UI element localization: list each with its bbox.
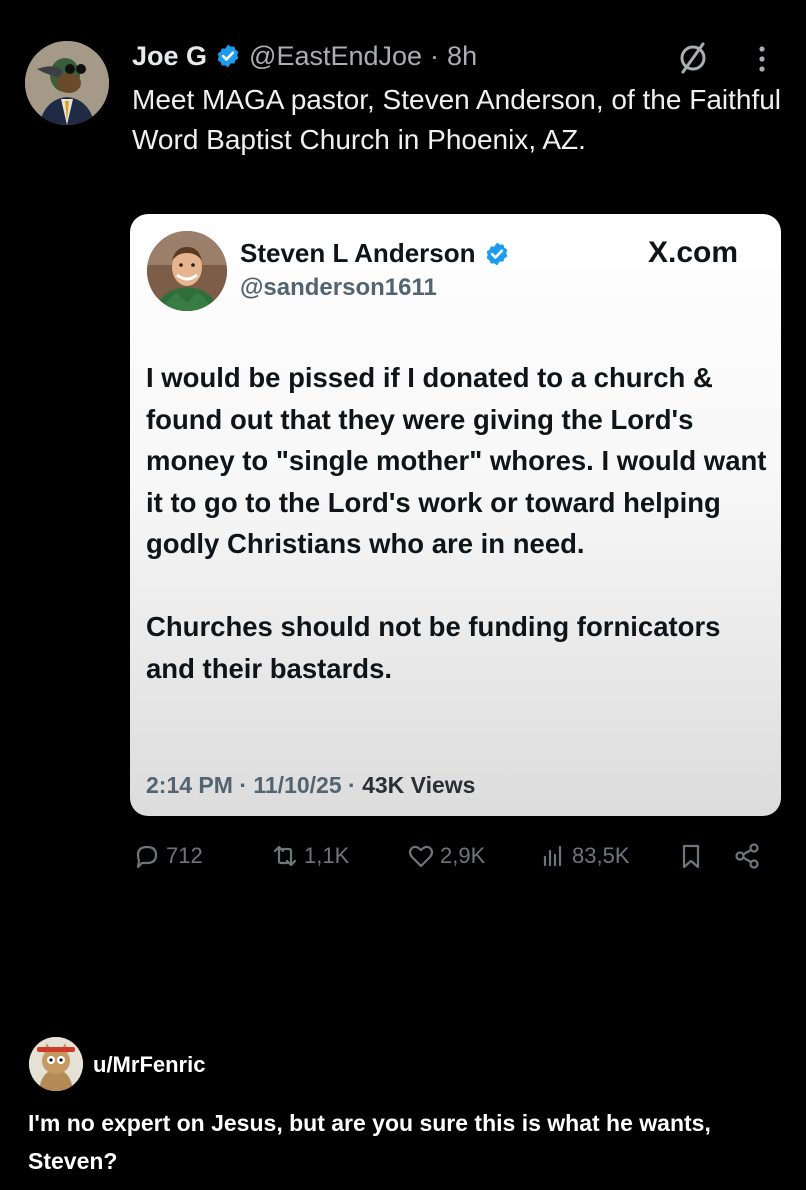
- bookmark-button[interactable]: [676, 840, 706, 872]
- like-count: 2,9K: [440, 843, 486, 868]
- more-icon[interactable]: [752, 42, 772, 76]
- quoted-author-line: Steven L Anderson: [240, 238, 510, 269]
- reply-button[interactable]: 712: [132, 840, 203, 872]
- share-icon: [735, 843, 759, 869]
- quoted-text: I would be pissed if I donated to a chur…: [146, 357, 771, 689]
- verified-icon: [217, 44, 239, 68]
- author-display-name[interactable]: Joe G: [132, 41, 207, 72]
- share-button[interactable]: [732, 840, 762, 872]
- comment-text: I'm no expert on Jesus, but are you sure…: [28, 1110, 711, 1174]
- post-text: Meet MAGA pastor, Steven Anderson, of th…: [132, 84, 782, 155]
- quoted-meta: 2:14 PM · 11/10/25 · 43K Views: [146, 772, 475, 799]
- repost-button[interactable]: 1,1K: [270, 840, 349, 872]
- like-icon: [408, 845, 434, 868]
- separator-dot: ·: [430, 40, 440, 71]
- quoted-paragraph-1: I would be pissed if I donated to a chur…: [146, 362, 767, 559]
- commenter-username[interactable]: u/MrFenric: [93, 1052, 205, 1078]
- quoted-paragraph-2: Churches should not be funding fornicato…: [146, 611, 721, 684]
- quoted-timestamp: 2:14 PM · 11/10/25 ·: [146, 772, 363, 798]
- post-time: 8h: [447, 40, 478, 71]
- author-handle[interactable]: @EastEndJoe: [249, 41, 422, 72]
- views-count: 83,5K: [572, 843, 630, 868]
- verified-icon: [486, 242, 507, 265]
- quoted-handle[interactable]: @sanderson1611: [240, 274, 437, 302]
- quoted-post-card[interactable]: Steven L Anderson @sanderson1611 X.com I…: [130, 214, 781, 816]
- reply-count: 712: [166, 843, 203, 868]
- views-icon: [543, 845, 562, 867]
- commenter-avatar[interactable]: [29, 1037, 83, 1091]
- like-button[interactable]: 2,9K: [406, 840, 485, 872]
- quoted-avatar[interactable]: [147, 231, 227, 311]
- repost-count: 1,1K: [304, 843, 350, 868]
- action-bar: 712 1,1K 2,9K 83,5K: [132, 840, 772, 872]
- reply-icon: [136, 845, 158, 869]
- slash-circle-icon[interactable]: [676, 40, 710, 74]
- author-line: Joe G @EastEndJoe · 8h: [132, 38, 477, 74]
- bookmark-icon: [682, 844, 700, 869]
- quoted-views: 43K Views: [362, 772, 476, 798]
- site-label: X.com: [648, 236, 739, 269]
- quoted-display-name[interactable]: Steven L Anderson: [240, 238, 476, 269]
- views-button[interactable]: 83,5K: [538, 840, 630, 872]
- repost-icon: [273, 845, 297, 867]
- author-avatar[interactable]: [25, 41, 109, 125]
